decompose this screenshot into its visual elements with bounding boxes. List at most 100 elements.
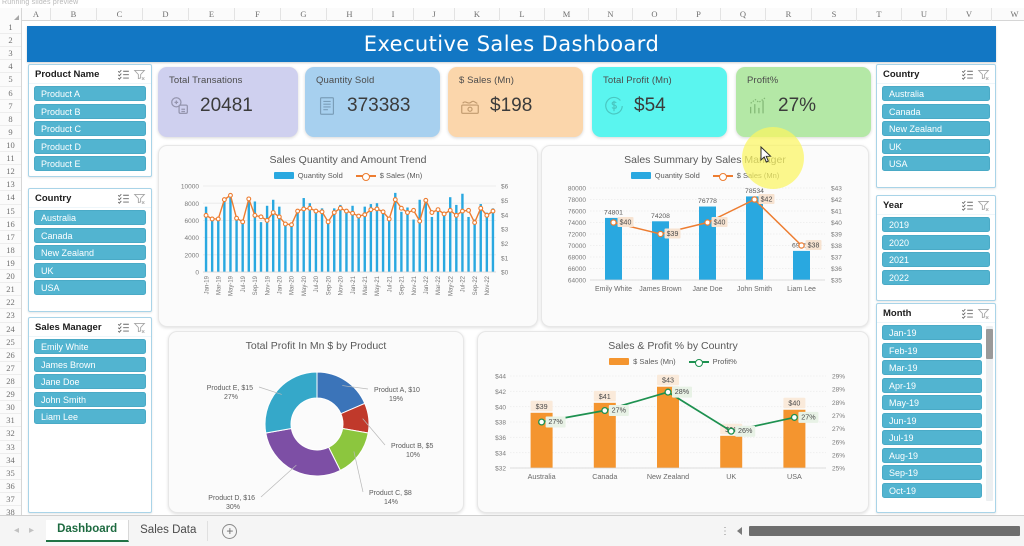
scroll-thumb[interactable]: [749, 526, 1020, 536]
row-header-22[interactable]: 22: [0, 296, 21, 310]
row-header-21[interactable]: 21: [0, 283, 21, 297]
slicer-item[interactable]: Product C: [34, 121, 146, 136]
row-header-33[interactable]: 33: [0, 441, 21, 454]
column-header-Q[interactable]: Q: [721, 7, 766, 21]
slicer-item[interactable]: New Zealand: [34, 245, 146, 260]
slicer-item[interactable]: USA: [882, 156, 990, 171]
slicer-item[interactable]: John Smith: [34, 391, 146, 407]
slicer-item[interactable]: Product E: [34, 156, 146, 171]
column-header-G[interactable]: G: [281, 7, 327, 21]
multi-select-icon[interactable]: [117, 192, 130, 205]
slicer-sales-manager[interactable]: Sales Manager Emily White James Brown Ja…: [28, 317, 152, 513]
row-header-2[interactable]: 2: [0, 34, 21, 48]
row-header-37[interactable]: 37: [0, 493, 21, 507]
row-header-13[interactable]: 13: [0, 178, 21, 192]
row-header-14[interactable]: 14: [0, 191, 21, 205]
slicer-item[interactable]: Australia: [34, 210, 146, 225]
slicer-item[interactable]: UK: [34, 262, 146, 278]
slicer-item[interactable]: USA: [34, 280, 146, 295]
sheet-next-arrow[interactable]: ▸: [29, 526, 34, 536]
row-header-27[interactable]: 27: [0, 362, 21, 375]
slicer-item[interactable]: May-19: [882, 395, 982, 410]
slicer-country-right[interactable]: Country Australia Canada New Zealand UK …: [876, 64, 996, 188]
slicer-item[interactable]: Jane Doe: [34, 374, 146, 389]
select-all-corner[interactable]: [0, 7, 22, 21]
clear-filter-icon[interactable]: [133, 68, 146, 81]
slicer-item[interactable]: UK: [882, 138, 990, 154]
column-header-P[interactable]: P: [677, 7, 721, 21]
sheet-tab-dashboard[interactable]: Dashboard: [46, 520, 130, 542]
column-header-F[interactable]: F: [235, 7, 281, 21]
column-header-A[interactable]: A: [22, 7, 51, 21]
slicer-item[interactable]: Oct-19: [882, 482, 982, 498]
sheet-tab-sales-data[interactable]: Sales Data: [129, 521, 209, 541]
column-header-R[interactable]: R: [766, 7, 812, 21]
column-header-C[interactable]: C: [97, 7, 143, 21]
row-header-18[interactable]: 18: [0, 244, 21, 257]
column-header-T[interactable]: T: [857, 7, 902, 21]
slicer-item[interactable]: Canada: [882, 103, 990, 119]
column-header-M[interactable]: M: [545, 7, 589, 21]
row-header-28[interactable]: 28: [0, 375, 21, 389]
row-header-34[interactable]: 34: [0, 454, 21, 467]
clear-filter-icon[interactable]: [133, 321, 146, 334]
clear-filter-icon[interactable]: [977, 307, 990, 320]
column-header-L[interactable]: L: [500, 7, 545, 21]
row-header-24[interactable]: 24: [0, 323, 21, 336]
column-header-I[interactable]: I: [373, 7, 414, 21]
slicer-item[interactable]: 2022: [882, 269, 990, 285]
row-header-26[interactable]: 26: [0, 349, 21, 362]
row-header-29[interactable]: 29: [0, 388, 21, 402]
row-header-23[interactable]: 23: [0, 309, 21, 323]
slicer-item[interactable]: Jan-19: [882, 325, 982, 340]
slicer-item[interactable]: Canada: [34, 227, 146, 243]
slicer-item[interactable]: Aug-19: [882, 447, 982, 463]
row-header-36[interactable]: 36: [0, 480, 21, 493]
sheet-nav-arrows[interactable]: ◂ ▸: [14, 526, 34, 536]
row-header-9[interactable]: 9: [0, 126, 21, 139]
multi-select-icon[interactable]: [961, 68, 974, 81]
row-header-7[interactable]: 7: [0, 100, 21, 113]
slicer-item[interactable]: Jun-19: [882, 412, 982, 428]
clear-filter-icon[interactable]: [977, 199, 990, 212]
row-header-5[interactable]: 5: [0, 73, 21, 87]
clear-filter-icon[interactable]: [977, 68, 990, 81]
slicer-item[interactable]: Apr-19: [882, 377, 982, 393]
row-header-12[interactable]: 12: [0, 165, 21, 179]
slicer-product-name[interactable]: Product Name Product A Product B Product…: [28, 64, 152, 177]
column-header-B[interactable]: B: [51, 7, 97, 21]
row-header-4[interactable]: 4: [0, 60, 21, 74]
slicer-item[interactable]: Sep-19: [882, 465, 982, 480]
column-header-S[interactable]: S: [812, 7, 857, 21]
row-header-25[interactable]: 25: [0, 336, 21, 349]
multi-select-icon[interactable]: [117, 321, 130, 334]
column-header-V[interactable]: V: [947, 7, 992, 21]
slicer-item[interactable]: James Brown: [34, 356, 146, 372]
multi-select-icon[interactable]: [117, 68, 130, 81]
slicer-item[interactable]: Liam Lee: [34, 409, 146, 424]
slicer-item[interactable]: Product B: [34, 103, 146, 119]
sheet-prev-arrow[interactable]: ◂: [14, 526, 19, 536]
column-header-O[interactable]: O: [633, 7, 677, 21]
column-header-K[interactable]: K: [455, 7, 500, 21]
column-header-J[interactable]: J: [414, 7, 455, 21]
row-header-16[interactable]: 16: [0, 218, 21, 231]
slicer-item[interactable]: Jul-19: [882, 430, 982, 445]
slicer-year[interactable]: Year 2019 2020 2021 2022: [876, 195, 996, 301]
row-header-3[interactable]: 3: [0, 47, 21, 61]
row-header-8[interactable]: 8: [0, 113, 21, 126]
column-header-D[interactable]: D: [143, 7, 189, 21]
row-header-19[interactable]: 19: [0, 257, 21, 271]
column-header-U[interactable]: U: [902, 7, 947, 21]
column-header-H[interactable]: H: [327, 7, 373, 21]
row-header-17[interactable]: 17: [0, 231, 21, 244]
row-header-11[interactable]: 11: [0, 152, 21, 166]
slicer-item[interactable]: Mar-19: [882, 360, 982, 375]
row-header-30[interactable]: 30: [0, 401, 21, 415]
multi-select-icon[interactable]: [961, 199, 974, 212]
slicer-item[interactable]: 2019: [882, 217, 990, 232]
column-header-W[interactable]: W: [992, 8, 1024, 21]
slicer-item[interactable]: New Zealand: [882, 121, 990, 136]
slicer-item[interactable]: Emily White: [34, 339, 146, 354]
row-header-1[interactable]: 1: [0, 21, 21, 35]
